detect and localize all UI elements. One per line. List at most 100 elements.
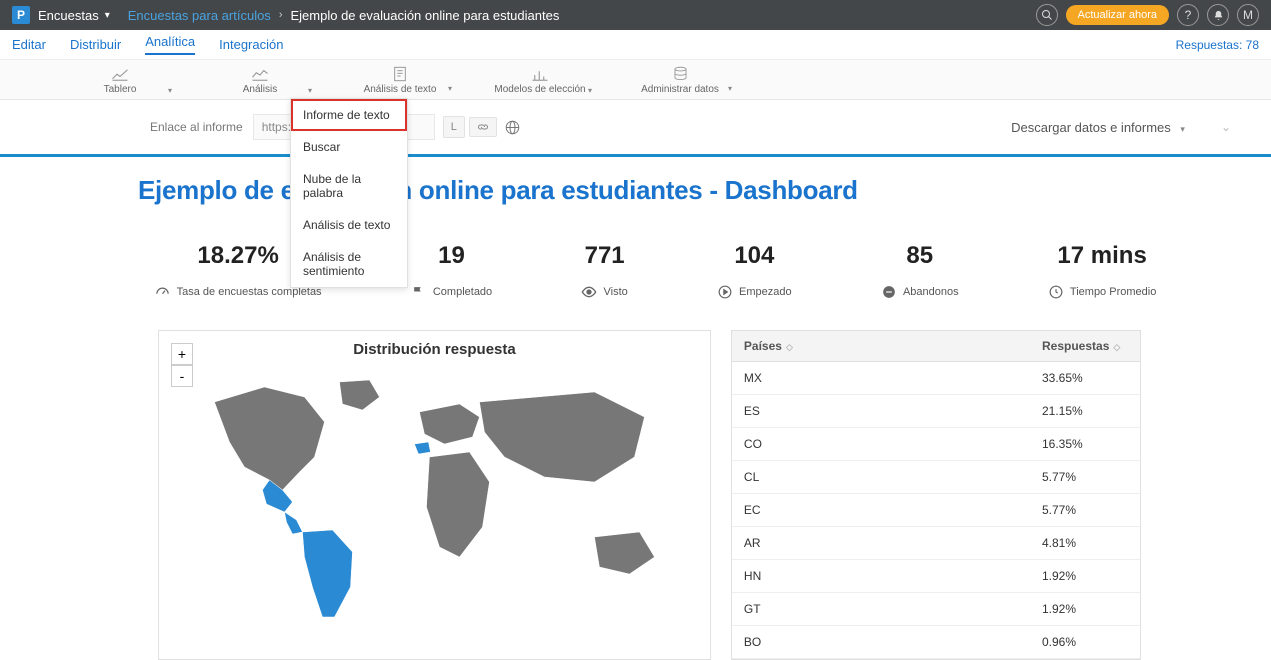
analytics-toolbar: Tablero ▾ Análisis ▾ Análisis de texto ▾… xyxy=(0,60,1271,100)
tab-distribuir[interactable]: Distribuir xyxy=(70,37,121,52)
stat-avg-time: 17 mins Tiempo Promedio xyxy=(1048,242,1156,300)
cell-value: 16.35% xyxy=(1030,428,1140,460)
bell-icon[interactable] xyxy=(1207,4,1229,26)
cell-country: EC xyxy=(732,494,1030,526)
cell-country: MX xyxy=(732,362,1030,394)
cell-country: CO xyxy=(732,428,1030,460)
table-row: CO16.35% xyxy=(732,428,1140,461)
dropdown-item-informe-texto[interactable]: Informe de texto xyxy=(291,99,407,131)
download-label: Descargar datos e informes xyxy=(1011,120,1171,135)
stat-label: Visto xyxy=(603,286,627,298)
dropdown-item-buscar[interactable]: Buscar xyxy=(291,131,407,163)
stat-label: Tiempo Promedio xyxy=(1070,286,1156,298)
stat-value: 18.27% xyxy=(197,242,278,270)
cell-country: BO xyxy=(732,626,1030,658)
stat-label: Empezado xyxy=(739,286,792,298)
stat-completed: 19 Completado xyxy=(411,242,492,300)
stat-dropouts: 85 Abandonos xyxy=(881,242,959,300)
chart-line-icon xyxy=(111,68,129,82)
tool-administrar-datos[interactable]: Administrar datos xyxy=(610,66,750,99)
copy-link-icon[interactable] xyxy=(469,117,497,137)
tool-label: Análisis xyxy=(243,84,277,95)
download-menu[interactable]: Descargar datos e informes ▾ xyxy=(1011,120,1185,135)
caret-down-icon: ▾ xyxy=(728,84,732,93)
app-logo[interactable]: P xyxy=(12,6,30,24)
minus-circle-icon xyxy=(881,284,897,300)
play-icon xyxy=(717,284,733,300)
user-avatar-icon[interactable]: M xyxy=(1237,4,1259,26)
report-link-label: Enlace al informe xyxy=(150,120,243,134)
zoom-in-button[interactable]: + xyxy=(171,343,193,365)
col-countries[interactable]: Países xyxy=(744,339,782,353)
map-title: Distribución respuesta xyxy=(159,331,710,362)
tool-label: Administrar datos xyxy=(641,84,719,95)
flag-icon xyxy=(411,284,427,300)
search-icon[interactable] xyxy=(1036,4,1058,26)
text-analysis-dropdown: Informe de texto Buscar Nube de la palab… xyxy=(290,98,408,288)
sort-icon[interactable]: ◇ xyxy=(1113,342,1120,352)
cell-country: ES xyxy=(732,395,1030,427)
sort-icon[interactable]: ◇ xyxy=(786,342,793,352)
stat-label: Abandonos xyxy=(903,286,959,298)
cell-value: 0.96% xyxy=(1030,626,1140,658)
section-caret-icon[interactable]: ▾ xyxy=(105,10,110,21)
section-name[interactable]: Encuestas xyxy=(38,8,99,23)
table-row: MX33.65% xyxy=(732,362,1140,395)
cell-value: 4.81% xyxy=(1030,527,1140,559)
dropdown-item-nube[interactable]: Nube de la palabra xyxy=(291,163,407,209)
map-panel: + - Distribución respuesta xyxy=(158,330,711,660)
tab-integracion[interactable]: Integración xyxy=(219,37,283,52)
cell-value: 33.65% xyxy=(1030,362,1140,394)
table-row: BO0.96% xyxy=(732,626,1140,659)
dropdown-item-analisis-texto[interactable]: Análisis de texto xyxy=(291,209,407,241)
cell-value: 1.92% xyxy=(1030,593,1140,625)
dropdown-item-sentimiento[interactable]: Análisis de sentimiento xyxy=(291,241,407,287)
breadcrumb-current: Ejemplo de evaluación online para estudi… xyxy=(290,8,559,23)
report-link-row: Enlace al informe L Descargar datos e in… xyxy=(0,100,1271,157)
cell-country: GT xyxy=(732,593,1030,625)
countries-table: Países ◇ Respuestas ◇ MX33.65%ES21.15%CO16… xyxy=(731,330,1141,660)
stat-value: 104 xyxy=(734,242,774,270)
table-row: ES21.15% xyxy=(732,395,1140,428)
table-row: AR4.81% xyxy=(732,527,1140,560)
dashboard-title: Ejemplo de evaluación online para estudi… xyxy=(0,157,1271,216)
cell-value: 1.92% xyxy=(1030,560,1140,592)
zoom-out-button[interactable]: - xyxy=(171,365,193,387)
caret-down-icon: ▾ xyxy=(308,86,312,95)
caret-down-icon: ▾ xyxy=(588,86,592,95)
caret-down-icon: ▾ xyxy=(1180,124,1185,134)
mini-button-l[interactable]: L xyxy=(443,116,465,138)
stat-value: 771 xyxy=(585,242,625,270)
table-row: CL5.77% xyxy=(732,461,1140,494)
tool-analisis-texto[interactable]: Análisis de texto xyxy=(330,66,470,99)
responses-count: Respuestas: 78 xyxy=(1176,38,1259,52)
tab-analitica[interactable]: Analítica xyxy=(145,34,195,55)
breadcrumb-link[interactable]: Encuestas para artículos xyxy=(128,8,271,23)
caret-down-icon: ▾ xyxy=(168,86,172,95)
update-now-button[interactable]: Actualizar ahora xyxy=(1066,5,1170,25)
col-responses[interactable]: Respuestas xyxy=(1042,339,1109,353)
globe-icon[interactable] xyxy=(505,120,520,135)
table-header: Países ◇ Respuestas ◇ xyxy=(732,331,1140,362)
chart-analysis-icon xyxy=(251,68,269,82)
tool-label: Tablero xyxy=(104,84,137,95)
table-row: EC5.77% xyxy=(732,494,1140,527)
chevron-down-icon[interactable]: ⌄ xyxy=(1221,120,1231,134)
tool-label: Modelos de elección xyxy=(494,84,585,95)
help-icon[interactable]: ? xyxy=(1177,4,1199,26)
cell-value: 5.77% xyxy=(1030,494,1140,526)
eye-icon xyxy=(581,284,597,300)
document-icon xyxy=(393,66,407,82)
cell-value: 5.77% xyxy=(1030,461,1140,493)
tab-editar[interactable]: Editar xyxy=(12,37,46,52)
world-map[interactable] xyxy=(159,362,710,622)
clock-icon xyxy=(1048,284,1064,300)
gauge-icon xyxy=(155,284,171,300)
lower-panels: + - Distribución respuesta xyxy=(0,320,1271,660)
top-bar: P Encuestas ▾ Encuestas para artículos ›… xyxy=(0,0,1271,30)
table-row: HN1.92% xyxy=(732,560,1140,593)
stat-viewed: 771 Visto xyxy=(581,242,627,300)
tool-label: Análisis de texto xyxy=(364,84,437,95)
table-row: GT1.92% xyxy=(732,593,1140,626)
sub-nav: Editar Distribuir Analítica Integración … xyxy=(0,30,1271,60)
